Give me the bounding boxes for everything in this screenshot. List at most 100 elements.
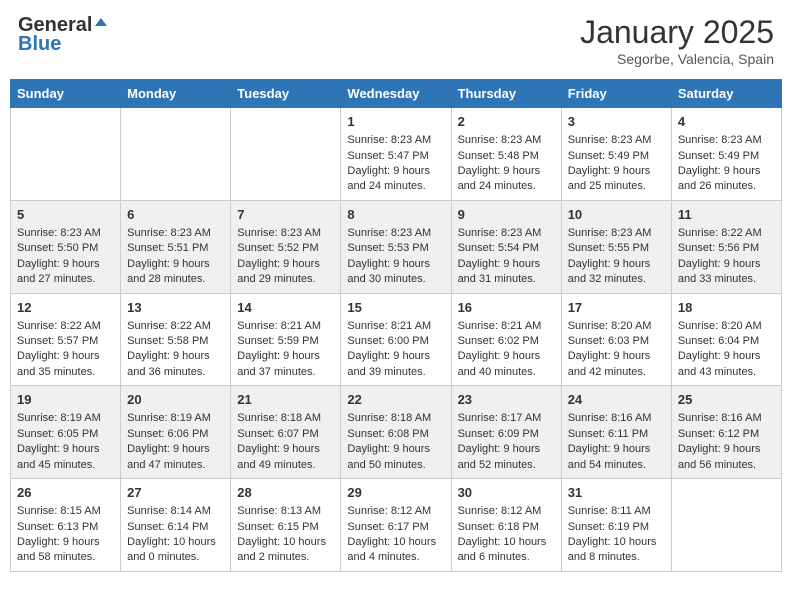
day-info: Sunrise: 8:18 AM (347, 411, 444, 426)
calendar-cell: 1Sunrise: 8:23 AMSunset: 5:47 PMDaylight… (341, 108, 451, 201)
day-header-tuesday: Tuesday (231, 80, 341, 108)
day-info: Sunrise: 8:20 AM (678, 319, 775, 334)
day-number: 23 (458, 391, 555, 409)
day-number: 31 (568, 484, 665, 502)
calendar-cell: 18Sunrise: 8:20 AMSunset: 6:04 PMDayligh… (671, 293, 781, 386)
day-info: and 8 minutes. (568, 550, 665, 565)
day-info: Sunset: 5:56 PM (678, 241, 775, 256)
day-number: 20 (127, 391, 224, 409)
day-info: Daylight: 9 hours (17, 349, 114, 364)
location-subtitle: Segorbe, Valencia, Spain (580, 51, 774, 67)
calendar-cell (671, 479, 781, 572)
day-number: 24 (568, 391, 665, 409)
day-info: Daylight: 9 hours (678, 442, 775, 457)
calendar-cell: 6Sunrise: 8:23 AMSunset: 5:51 PMDaylight… (121, 200, 231, 293)
calendar: SundayMondayTuesdayWednesdayThursdayFrid… (10, 79, 782, 572)
day-info: Daylight: 9 hours (17, 442, 114, 457)
calendar-cell: 9Sunrise: 8:23 AMSunset: 5:54 PMDaylight… (451, 200, 561, 293)
day-header-monday: Monday (121, 80, 231, 108)
day-info: Sunrise: 8:20 AM (568, 319, 665, 334)
day-info: Sunrise: 8:21 AM (458, 319, 555, 334)
calendar-cell: 20Sunrise: 8:19 AMSunset: 6:06 PMDayligh… (121, 386, 231, 479)
day-info: Sunrise: 8:23 AM (568, 133, 665, 148)
day-number: 12 (17, 299, 114, 317)
day-info: Sunrise: 8:23 AM (17, 226, 114, 241)
calendar-cell (11, 108, 121, 201)
day-info: and 39 minutes. (347, 365, 444, 380)
header: General Blue January 2025 Segorbe, Valen… (10, 10, 782, 71)
day-info: Sunset: 5:51 PM (127, 241, 224, 256)
calendar-cell: 12Sunrise: 8:22 AMSunset: 5:57 PMDayligh… (11, 293, 121, 386)
calendar-cell: 25Sunrise: 8:16 AMSunset: 6:12 PMDayligh… (671, 386, 781, 479)
day-info: Sunset: 5:47 PM (347, 149, 444, 164)
day-info: and 25 minutes. (568, 179, 665, 194)
day-info: Sunset: 6:06 PM (127, 427, 224, 442)
calendar-cell: 24Sunrise: 8:16 AMSunset: 6:11 PMDayligh… (561, 386, 671, 479)
day-info: Daylight: 9 hours (678, 164, 775, 179)
day-info: Sunset: 6:05 PM (17, 427, 114, 442)
calendar-cell: 7Sunrise: 8:23 AMSunset: 5:52 PMDaylight… (231, 200, 341, 293)
day-info: Daylight: 9 hours (347, 349, 444, 364)
day-info: Sunset: 5:50 PM (17, 241, 114, 256)
day-number: 13 (127, 299, 224, 317)
day-info: Sunrise: 8:22 AM (678, 226, 775, 241)
day-number: 9 (458, 206, 555, 224)
day-number: 22 (347, 391, 444, 409)
day-info: and 31 minutes. (458, 272, 555, 287)
day-number: 2 (458, 113, 555, 131)
day-info: Daylight: 9 hours (458, 164, 555, 179)
day-info: and 24 minutes. (347, 179, 444, 194)
calendar-cell: 11Sunrise: 8:22 AMSunset: 5:56 PMDayligh… (671, 200, 781, 293)
day-header-sunday: Sunday (11, 80, 121, 108)
day-info: and 36 minutes. (127, 365, 224, 380)
calendar-cell: 2Sunrise: 8:23 AMSunset: 5:48 PMDaylight… (451, 108, 561, 201)
title-section: January 2025 Segorbe, Valencia, Spain (580, 14, 774, 67)
day-info: Sunset: 5:57 PM (17, 334, 114, 349)
logo: General Blue (18, 14, 109, 56)
day-info: Daylight: 9 hours (678, 349, 775, 364)
day-number: 6 (127, 206, 224, 224)
calendar-cell: 17Sunrise: 8:20 AMSunset: 6:03 PMDayligh… (561, 293, 671, 386)
day-info: Sunrise: 8:23 AM (678, 133, 775, 148)
calendar-cell: 29Sunrise: 8:12 AMSunset: 6:17 PMDayligh… (341, 479, 451, 572)
day-number: 7 (237, 206, 334, 224)
day-info: Daylight: 9 hours (458, 349, 555, 364)
day-info: Sunrise: 8:21 AM (347, 319, 444, 334)
day-info: Daylight: 9 hours (127, 442, 224, 457)
day-info: and 33 minutes. (678, 272, 775, 287)
day-info: and 40 minutes. (458, 365, 555, 380)
day-info: Sunrise: 8:23 AM (347, 226, 444, 241)
day-info: Sunset: 5:48 PM (458, 149, 555, 164)
day-info: Sunset: 6:07 PM (237, 427, 334, 442)
calendar-week-3: 12Sunrise: 8:22 AMSunset: 5:57 PMDayligh… (11, 293, 782, 386)
day-number: 14 (237, 299, 334, 317)
calendar-cell: 10Sunrise: 8:23 AMSunset: 5:55 PMDayligh… (561, 200, 671, 293)
day-info: Daylight: 9 hours (17, 257, 114, 272)
day-info: Sunrise: 8:13 AM (237, 504, 334, 519)
day-info: and 47 minutes. (127, 458, 224, 473)
day-info: Sunrise: 8:15 AM (17, 504, 114, 519)
day-info: and 35 minutes. (17, 365, 114, 380)
calendar-week-5: 26Sunrise: 8:15 AMSunset: 6:13 PMDayligh… (11, 479, 782, 572)
day-info: Sunset: 5:52 PM (237, 241, 334, 256)
day-info: and 30 minutes. (347, 272, 444, 287)
day-info: Daylight: 10 hours (458, 535, 555, 550)
day-info: Sunset: 6:04 PM (678, 334, 775, 349)
calendar-cell (121, 108, 231, 201)
logo-icon (93, 16, 109, 32)
day-info: and 28 minutes. (127, 272, 224, 287)
calendar-cell: 21Sunrise: 8:18 AMSunset: 6:07 PMDayligh… (231, 386, 341, 479)
day-info: Sunset: 6:18 PM (458, 520, 555, 535)
calendar-cell: 30Sunrise: 8:12 AMSunset: 6:18 PMDayligh… (451, 479, 561, 572)
day-number: 4 (678, 113, 775, 131)
calendar-cell: 15Sunrise: 8:21 AMSunset: 6:00 PMDayligh… (341, 293, 451, 386)
day-info: Sunrise: 8:19 AM (17, 411, 114, 426)
day-info: Daylight: 10 hours (347, 535, 444, 550)
day-info: Daylight: 9 hours (127, 257, 224, 272)
day-info: Daylight: 9 hours (458, 257, 555, 272)
day-info: Daylight: 9 hours (678, 257, 775, 272)
day-info: Sunset: 6:11 PM (568, 427, 665, 442)
day-info: Daylight: 9 hours (127, 349, 224, 364)
day-info: and 43 minutes. (678, 365, 775, 380)
day-info: and 27 minutes. (17, 272, 114, 287)
